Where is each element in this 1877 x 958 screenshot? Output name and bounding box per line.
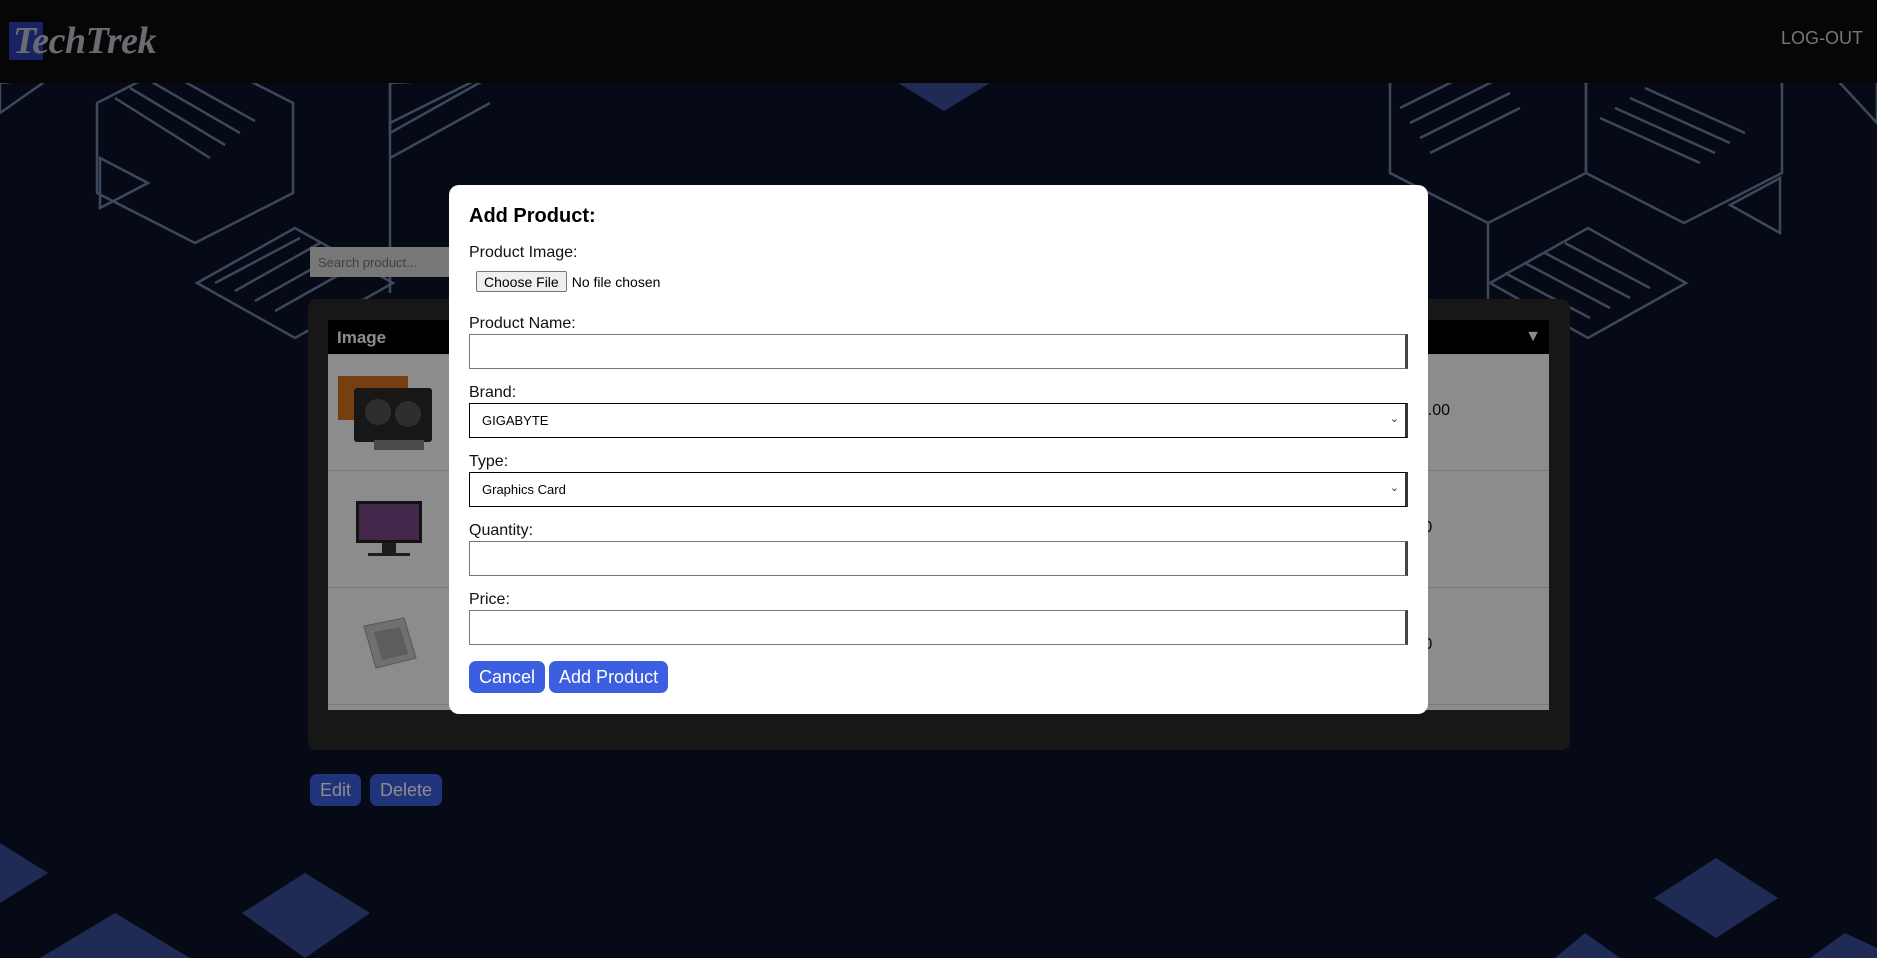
- product-image-label: Product Image:: [469, 244, 578, 261]
- quantity-input[interactable]: [469, 541, 1408, 576]
- price-input[interactable]: [469, 610, 1408, 645]
- type-select[interactable]: Graphics Card ⌄: [469, 472, 1408, 507]
- product-image-file-input[interactable]: Choose File No file chosen: [476, 271, 660, 292]
- cancel-button[interactable]: Cancel: [469, 661, 546, 693]
- product-name-label: Product Name:: [469, 315, 576, 332]
- modal-actions: Cancel Add Product: [469, 661, 669, 693]
- file-status-text: No file chosen: [571, 273, 661, 290]
- price-label: Price:: [469, 591, 510, 608]
- type-label: Type:: [469, 453, 509, 470]
- brand-selected-value: GIGABYTE: [482, 413, 549, 428]
- brand-select[interactable]: GIGABYTE ⌄: [469, 403, 1408, 438]
- type-selected-value: Graphics Card: [482, 482, 566, 497]
- product-name-input[interactable]: [469, 334, 1408, 369]
- choose-file-button[interactable]: Choose File: [476, 271, 567, 292]
- brand-label: Brand:: [469, 384, 517, 401]
- add-product-modal: Add Product: Product Image: Choose File …: [449, 185, 1428, 714]
- modal-title: Add Product:: [469, 205, 596, 227]
- add-product-button[interactable]: Add Product: [549, 661, 669, 693]
- quantity-label: Quantity:: [469, 522, 534, 539]
- chevron-down-icon: ⌄: [1389, 413, 1399, 425]
- chevron-down-icon: ⌄: [1389, 482, 1399, 494]
